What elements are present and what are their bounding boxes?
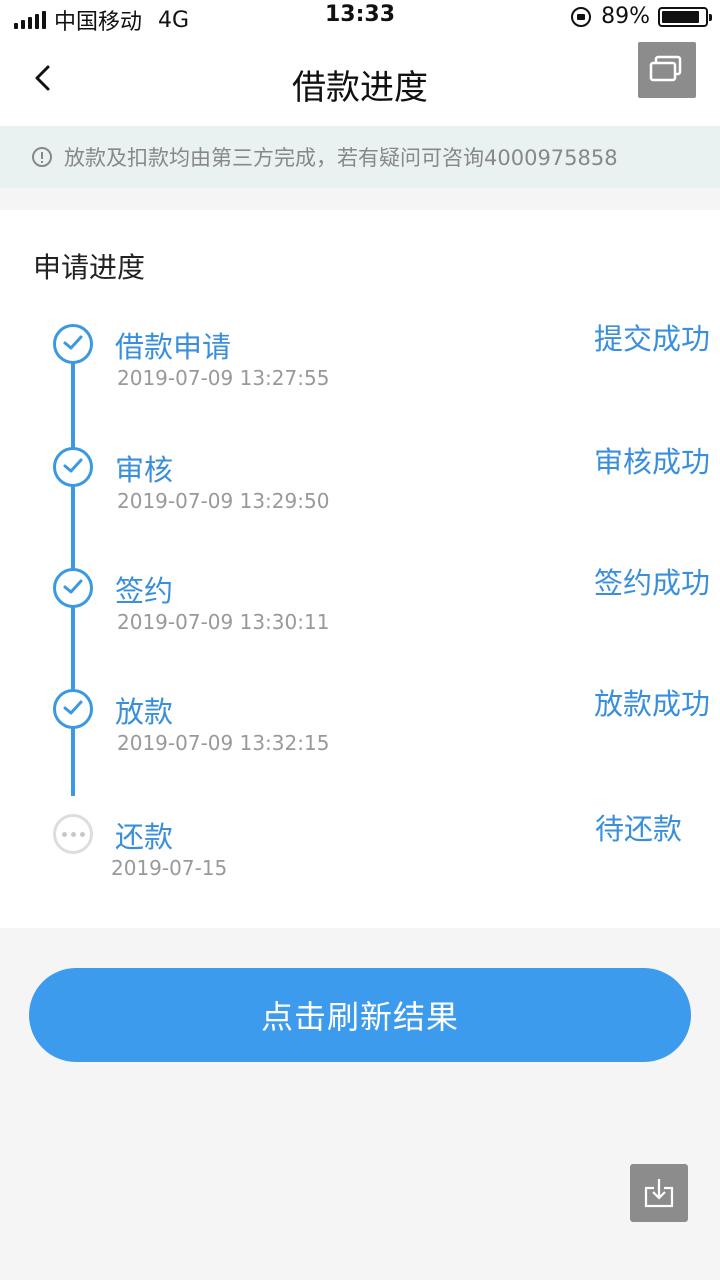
info-circle-icon (32, 147, 52, 167)
battery-icon (658, 6, 712, 27)
status-bar: 中国移动 4G 13:33 89% (0, 0, 720, 35)
check-circle-icon (53, 689, 93, 729)
window-switch-button[interactable] (638, 42, 696, 98)
timeline-step: 放款 2019-07-09 13:32:15 放款成功 (0, 681, 720, 781)
status-right: 89% (571, 4, 712, 29)
step-name: 借款申请 (115, 330, 232, 364)
step-time: 2019-07-09 13:27:55 (117, 366, 330, 390)
battery-fill (662, 10, 700, 23)
step-name: 还款 (115, 820, 174, 854)
step-status: 待还款 (594, 812, 682, 846)
step-name: 审核 (115, 453, 174, 487)
notice-text: 放款及扣款均由第三方完成，若有疑问可咨询4000975858 (64, 146, 618, 170)
step-name: 放款 (115, 695, 174, 729)
progress-card: 申请进度 借款申请 2019-07-09 13:27:55 提交成功 审核 20… (0, 210, 720, 928)
timeline-step: 签约 2019-07-09 13:30:11 签约成功 (0, 560, 720, 660)
timeline-step: 还款 2019-07-15 待还款 (0, 806, 720, 906)
download-icon (644, 1179, 674, 1208)
timeline-step: 借款申请 2019-07-09 13:27:55 提交成功 (0, 316, 720, 416)
timeline-step: 审核 2019-07-09 13:29:50 审核成功 (0, 439, 720, 539)
battery-percent: 89% (601, 4, 650, 29)
check-circle-icon (53, 324, 93, 364)
nav-bar: 借款进度 (0, 34, 720, 126)
step-status: 签约成功 (593, 566, 710, 600)
download-button[interactable] (630, 1164, 688, 1222)
step-status: 放款成功 (593, 687, 710, 721)
step-time: 2019-07-09 13:29:50 (117, 489, 330, 513)
rotation-lock-icon (571, 6, 592, 27)
window-overlap-icon (649, 55, 682, 82)
notice-banner: 放款及扣款均由第三方完成，若有疑问可咨询4000975858 (0, 126, 720, 188)
step-status: 审核成功 (593, 445, 710, 479)
section-title: 申请进度 (33, 251, 146, 284)
page-title: 借款进度 (292, 68, 428, 108)
step-status: 提交成功 (593, 322, 710, 356)
ellipsis-circle-icon (53, 814, 93, 854)
step-time: 2019-07-15 (111, 856, 228, 880)
refresh-button[interactable]: 点击刷新结果 (29, 968, 691, 1062)
step-time: 2019-07-09 13:32:15 (117, 731, 330, 755)
step-name: 签约 (115, 574, 174, 608)
check-circle-icon (53, 447, 93, 487)
check-circle-icon (53, 568, 93, 608)
step-time: 2019-07-09 13:30:11 (117, 610, 330, 634)
